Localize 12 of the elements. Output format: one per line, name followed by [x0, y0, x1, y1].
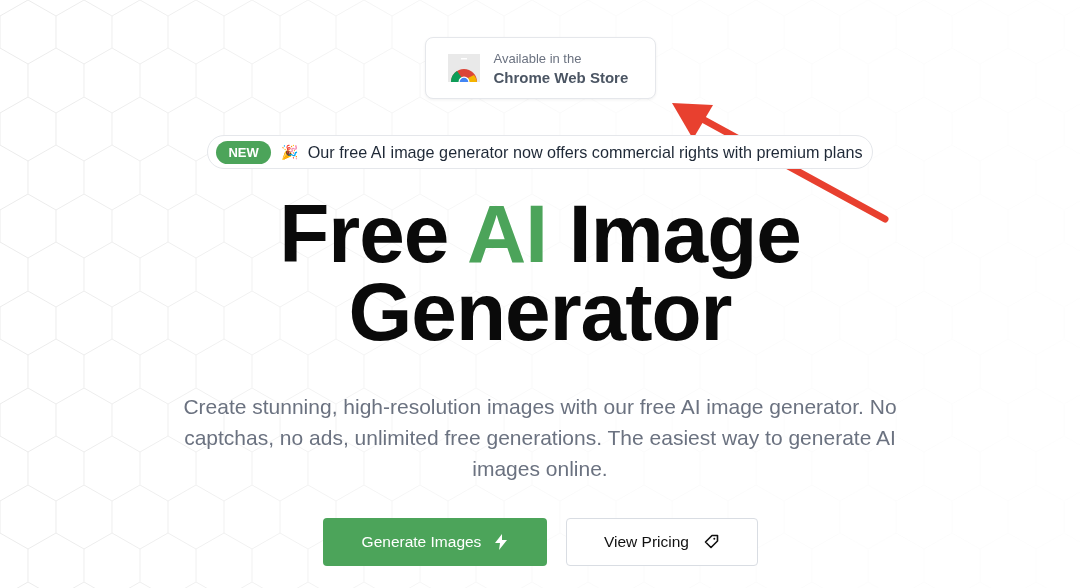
party-emoji: 🎉	[280, 144, 298, 160]
announcement-text: Our free AI image generator now offers commercial rights with premium plans	[307, 142, 863, 162]
lightning-icon	[495, 534, 508, 550]
tag-icon	[703, 534, 719, 550]
store-badge[interactable]: Available in the Chrome Web Store	[424, 37, 656, 99]
store-bag-icon	[447, 54, 480, 82]
store-name: Chrome Web Store	[493, 68, 629, 86]
new-badge: NEW	[216, 140, 271, 164]
pricing-button[interactable]: View Pricing	[565, 518, 758, 566]
description: Create stunning, high-resolution images with our free AI image generator. No captchas, no ads, unlimited free generations. The easiest way to generate AI images online.	[182, 394, 898, 482]
headline: Free AI Image Generator	[278, 195, 802, 351]
store-caption: Available in the	[493, 50, 583, 66]
